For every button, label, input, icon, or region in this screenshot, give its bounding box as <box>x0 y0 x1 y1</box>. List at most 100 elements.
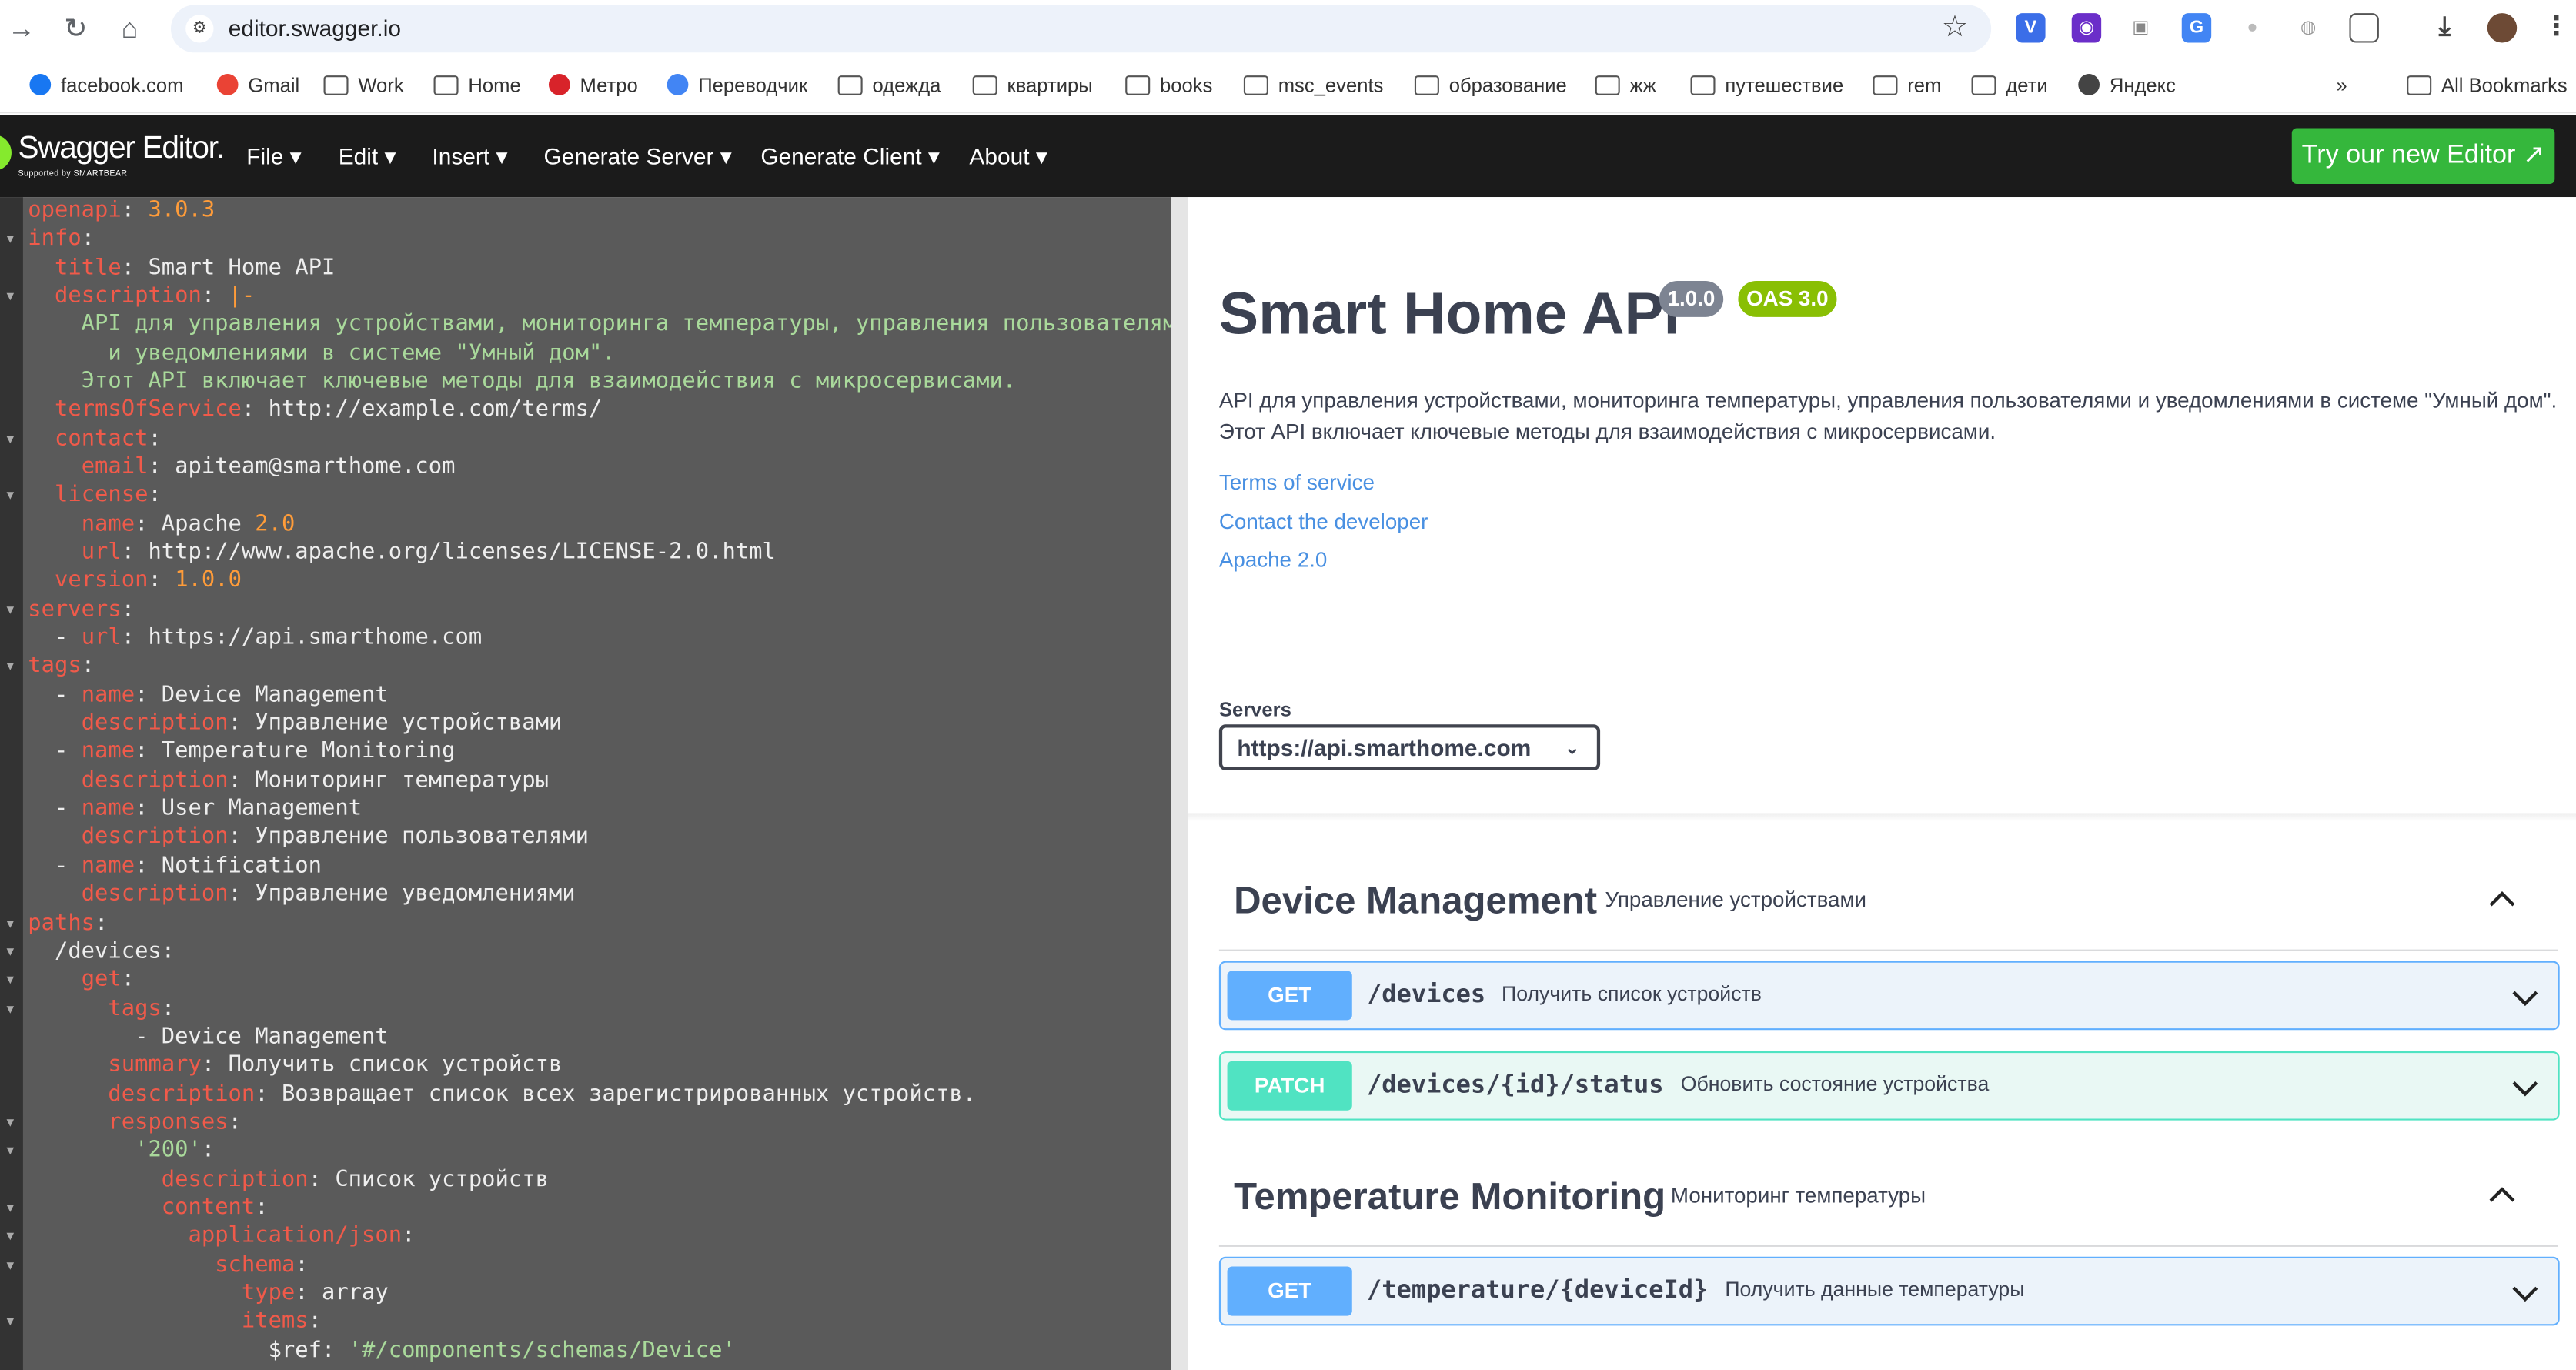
translate-extension-icon[interactable]: G <box>2181 13 2212 43</box>
bookmark-item[interactable]: facebook.com <box>29 72 183 100</box>
fold-toggle-icon[interactable]: ▾ <box>7 601 15 619</box>
tag-title[interactable]: Device Management <box>1234 879 1597 924</box>
code-line[interactable]: email: apiteam@smarthome.com <box>28 453 456 481</box>
fold-toggle-icon[interactable]: ▾ <box>7 943 15 961</box>
code-line[interactable]: Этот API включает ключевые методы для вз… <box>28 368 1016 396</box>
code-line[interactable]: openapi: 3.0.3 <box>28 197 215 225</box>
code-line[interactable]: items: <box>28 1308 322 1335</box>
reload-icon[interactable]: ↻ <box>58 12 94 48</box>
bookmark-item[interactable]: одежда <box>837 72 941 100</box>
code-line[interactable]: license: <box>28 482 162 510</box>
address-bar[interactable]: ⚙ editor.swagger.io ☆ <box>170 5 1992 53</box>
yaml-editor[interactable]: ▾ ▾ ▾ ▾ ▾ ▾ ▾ ▾ ▾ ▾ ▾ ▾ ▾ ▾ ▾ ▾ openapi: 3.0.3 info: tit… <box>0 197 1171 1370</box>
more-bookmarks-button[interactable]: » <box>2336 72 2347 100</box>
bookmark-item[interactable]: образование <box>1414 72 1567 100</box>
fold-toggle-icon[interactable]: ▾ <box>7 1000 15 1017</box>
code-line[interactable]: API для управления устройствами, монитор… <box>28 311 1171 339</box>
bookmark-item[interactable]: Переводчик <box>667 72 807 100</box>
code-line[interactable]: description: Возвращает список всех заре… <box>28 1080 976 1108</box>
code-line[interactable]: и уведомлениями в системе "Умный дом". <box>28 339 615 367</box>
fold-toggle-icon[interactable]: ▾ <box>7 1142 15 1160</box>
code-line[interactable]: - url: https://api.smarthome.com <box>28 624 482 652</box>
menu-about[interactable]: About ▾ <box>969 143 1047 171</box>
operation-patch[interactable]: PATCH/devices/{id}/status Обновить состоя… <box>1218 1051 2560 1121</box>
menu-generate-server[interactable]: Generate Server ▾ <box>544 143 732 171</box>
code-line[interactable]: schema: <box>28 1251 309 1278</box>
contact-developer-link[interactable]: Contact the developer <box>1219 510 1428 534</box>
code-line[interactable]: paths: <box>28 909 108 937</box>
bookmark-item[interactable]: Яндекс <box>2078 72 2176 100</box>
terms-of-service-link[interactable]: Terms of service <box>1219 469 1375 494</box>
code-line[interactable]: responses: <box>28 1108 242 1136</box>
code-line[interactable]: - name: User Management <box>28 795 362 823</box>
code-line[interactable]: name: Apache 2.0 <box>28 510 296 538</box>
fold-toggle-icon[interactable]: ▾ <box>7 288 15 306</box>
bookmark-item[interactable]: жж <box>1595 72 1656 100</box>
extensions-puzzle-icon[interactable] <box>2349 13 2379 43</box>
license-link[interactable]: Apache 2.0 <box>1219 547 1327 572</box>
fold-toggle-icon[interactable]: ▾ <box>7 1256 15 1274</box>
extension-gray-icon[interactable]: ● <box>2237 13 2267 43</box>
chevron-down-icon[interactable] <box>2511 1073 2540 1102</box>
forward-icon[interactable]: → <box>3 12 39 48</box>
code-line[interactable]: contact: <box>28 425 162 453</box>
fold-toggle-icon[interactable]: ▾ <box>7 1199 15 1217</box>
fold-toggle-icon[interactable]: ▾ <box>7 658 15 676</box>
home-icon[interactable]: ⌂ <box>112 12 148 48</box>
code-line[interactable]: description: |- <box>28 282 255 310</box>
code-line[interactable]: servers: <box>28 596 135 623</box>
pane-splitter[interactable] <box>1171 197 1188 1370</box>
code-line[interactable]: termsOfService: http://example.com/terms… <box>28 396 602 424</box>
code-line[interactable]: url: http://www.apache.org/licenses/LICE… <box>28 539 776 566</box>
code-line[interactable]: description: Управление устройствами <box>28 710 563 737</box>
tag-title[interactable]: Temperature Monitoring <box>1234 1175 1666 1219</box>
code-line[interactable]: /devices: <box>28 937 175 965</box>
fold-toggle-icon[interactable]: ▾ <box>7 914 15 932</box>
code-line[interactable]: tags: <box>28 653 95 680</box>
code-line[interactable]: type: array <box>28 1279 389 1307</box>
globe-extension-icon[interactable]: ◍ <box>2293 13 2324 43</box>
url-text[interactable]: editor.swagger.io <box>229 15 401 41</box>
chevron-up-icon[interactable] <box>2486 1178 2519 1211</box>
code-line[interactable]: description: Мониторинг температуры <box>28 767 549 794</box>
browser-menu-icon[interactable]: ⋮ <box>2541 13 2571 43</box>
code-line[interactable]: tags: <box>28 994 175 1022</box>
code-line[interactable]: description: Управление пользователями <box>28 824 589 851</box>
swagger-logo[interactable]: Swagger Editor. <box>18 132 224 168</box>
bookmark-item[interactable]: Метро <box>548 72 638 100</box>
code-line[interactable]: - name: Temperature Monitoring <box>28 738 456 766</box>
fold-toggle-icon[interactable]: ▾ <box>7 487 15 505</box>
profile-avatar[interactable] <box>2487 13 2518 43</box>
operation-get[interactable]: GET/temperature/{deviceId} Получить данны… <box>1218 1256 2560 1326</box>
bookmark-star-icon[interactable]: ☆ <box>1942 10 1968 45</box>
site-info-icon[interactable]: ⚙ <box>185 15 214 43</box>
bookmark-item[interactable]: msc_events <box>1243 72 1383 100</box>
bookmark-item[interactable]: Gmail <box>216 72 299 100</box>
menu-insert[interactable]: Insert ▾ <box>432 143 507 171</box>
download-icon[interactable]: ⤓ <box>2430 13 2460 43</box>
servers-select[interactable]: https://api.smarthome.com ⌄ <box>1218 724 1601 770</box>
chevron-down-icon[interactable] <box>2511 982 2540 1011</box>
code-line[interactable]: '200': <box>28 1137 215 1164</box>
code-line[interactable]: get: <box>28 966 135 994</box>
chevron-up-icon[interactable] <box>2486 882 2519 915</box>
all-bookmarks-button[interactable]: All Bookmarks <box>2407 72 2568 100</box>
code-line[interactable]: version: 1.0.0 <box>28 567 242 595</box>
bookmark-item[interactable]: квартиры <box>972 72 1093 100</box>
code-line[interactable]: summary: Получить список устройств <box>28 1051 562 1079</box>
code-line[interactable]: description: Управление уведомлениями <box>28 880 576 908</box>
menu-generate-client[interactable]: Generate Client ▾ <box>760 143 940 171</box>
camera-icon[interactable]: ▣ <box>2126 13 2156 43</box>
extension-owl-icon[interactable]: ◉ <box>2071 13 2102 43</box>
code-line[interactable]: - Device Management <box>28 1023 389 1051</box>
code-line[interactable]: title: Smart Home API <box>28 254 335 282</box>
bookmark-item[interactable]: Home <box>433 72 521 100</box>
fold-toggle-icon[interactable]: ▾ <box>7 971 15 989</box>
code-line[interactable]: content: <box>28 1194 269 1221</box>
code-line[interactable]: application/json: <box>28 1222 416 1250</box>
menu-edit[interactable]: Edit ▾ <box>339 143 396 171</box>
bookmark-item[interactable]: Work <box>323 72 404 100</box>
try-new-editor-button[interactable]: Try our new Editor ↗ <box>2291 128 2555 185</box>
code-line[interactable]: - name: Device Management <box>28 681 389 709</box>
fold-toggle-icon[interactable]: ▾ <box>7 1313 15 1331</box>
